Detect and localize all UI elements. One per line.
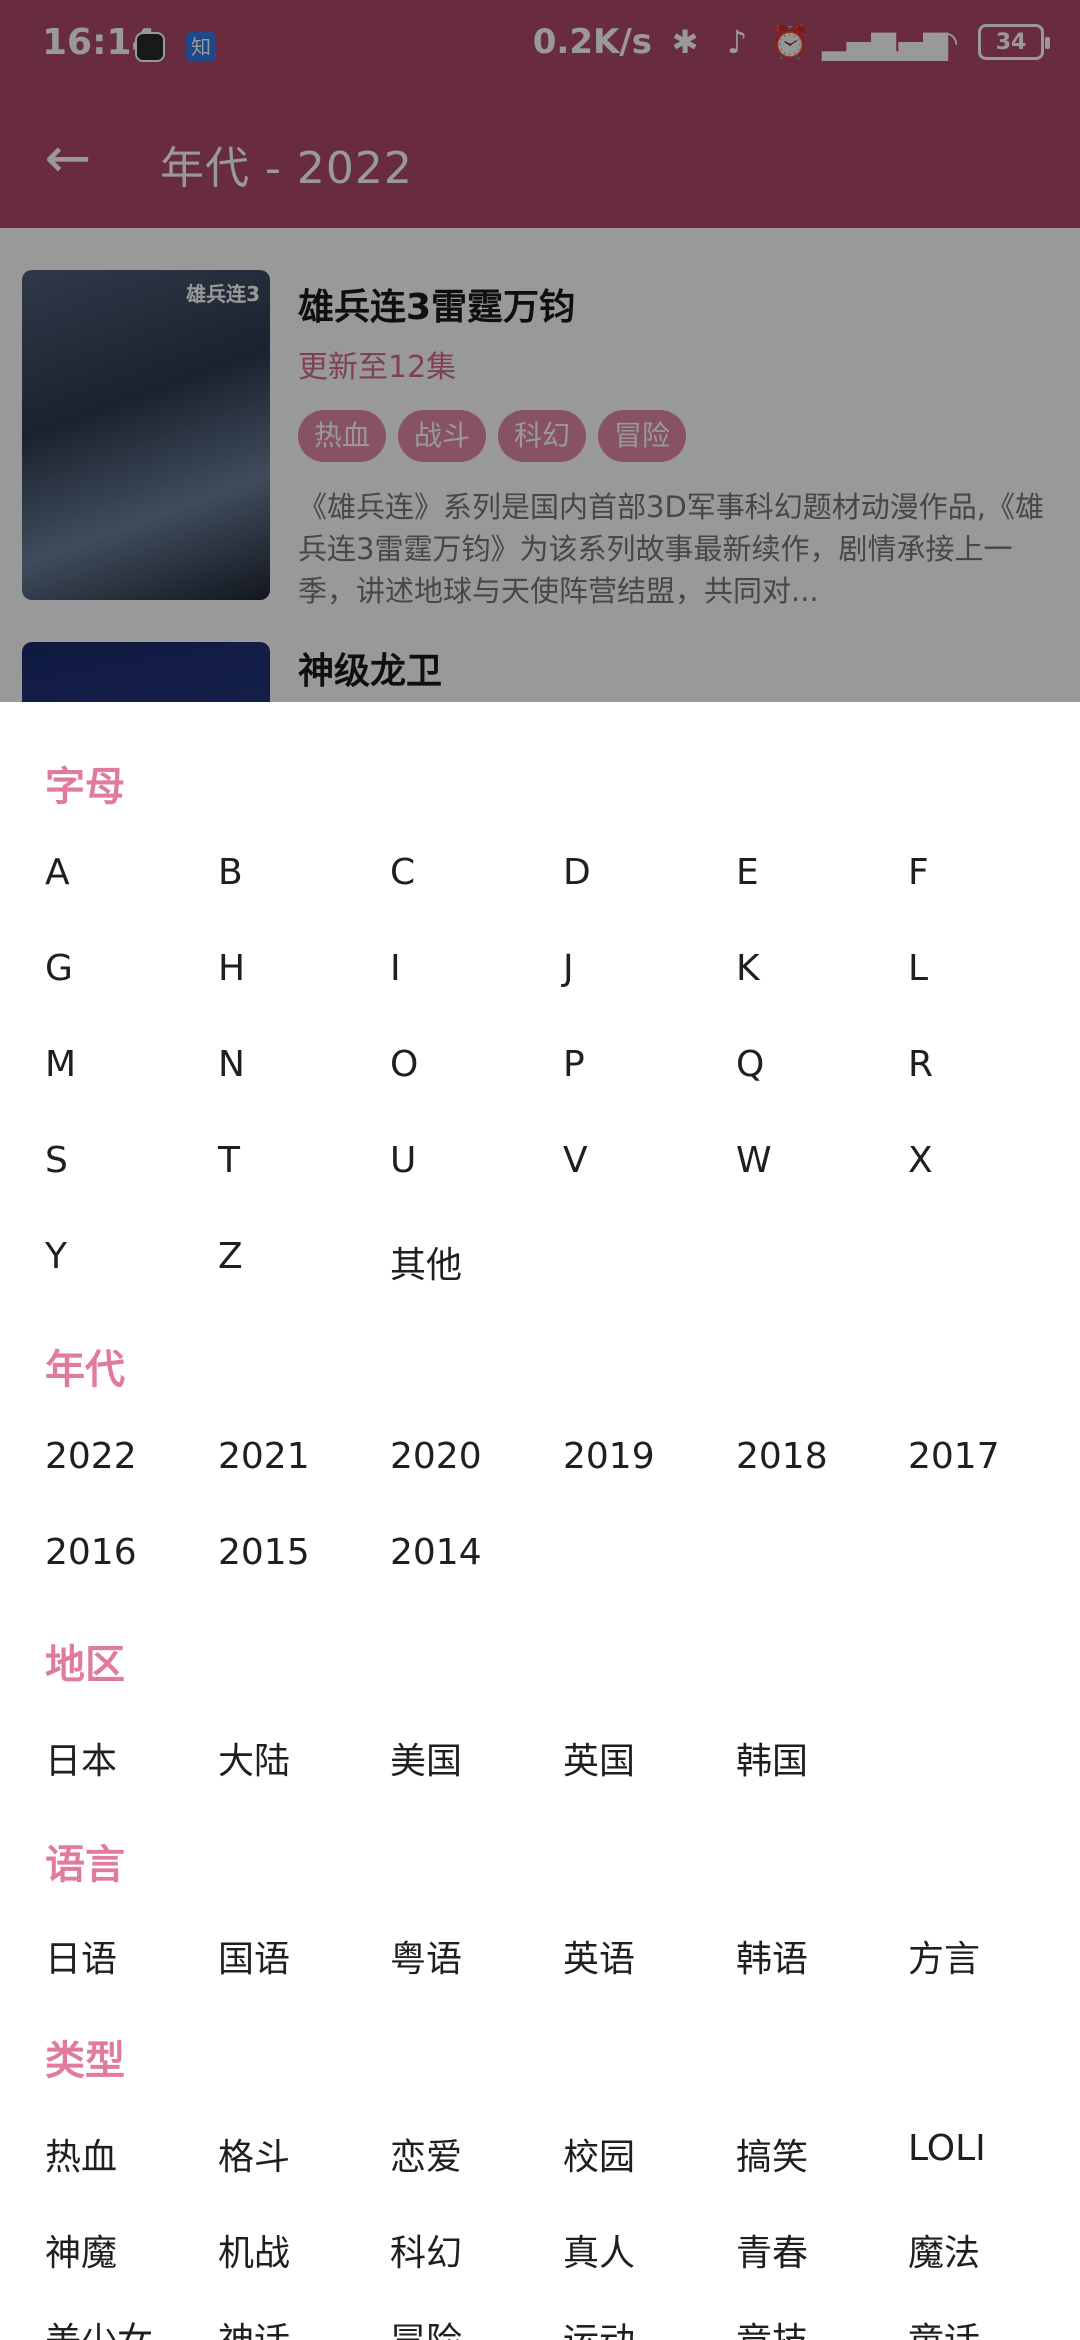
region-option[interactable]: 英国 bbox=[563, 1732, 635, 1784]
letter-option[interactable]: Q bbox=[736, 1044, 764, 1085]
dim-overlay[interactable] bbox=[0, 0, 1080, 702]
language-option[interactable]: 方言 bbox=[908, 1930, 980, 1982]
type-option[interactable]: 校园 bbox=[563, 2128, 635, 2180]
letter-option[interactable]: J bbox=[563, 948, 574, 989]
type-option[interactable]: 竞技 bbox=[736, 2312, 808, 2340]
language-option[interactable]: 日语 bbox=[45, 1930, 117, 1982]
letter-option[interactable]: T bbox=[218, 1140, 240, 1181]
letter-option[interactable]: N bbox=[218, 1044, 245, 1085]
letter-option[interactable]: Y bbox=[45, 1236, 67, 1277]
section-title-letters: 字母 bbox=[45, 764, 125, 810]
type-option[interactable]: LOLI bbox=[908, 2128, 986, 2169]
letter-option[interactable]: K bbox=[736, 948, 760, 989]
letter-option[interactable]: W bbox=[736, 1140, 772, 1181]
letter-option[interactable]: P bbox=[563, 1044, 585, 1085]
type-option[interactable]: 真人 bbox=[563, 2224, 635, 2276]
letter-option[interactable]: B bbox=[218, 852, 243, 893]
region-option[interactable]: 美国 bbox=[390, 1732, 462, 1784]
type-option[interactable]: 青春 bbox=[736, 2224, 808, 2276]
type-option[interactable]: 搞笑 bbox=[736, 2128, 808, 2180]
filter-sheet: 字母 A B C D E F G H I J K L M N O P Q R S… bbox=[0, 702, 1080, 2340]
type-option[interactable]: 格斗 bbox=[218, 2128, 290, 2180]
region-option[interactable]: 日本 bbox=[45, 1732, 117, 1784]
section-title-languages: 语言 bbox=[45, 1842, 125, 1888]
letter-option[interactable]: Z bbox=[218, 1236, 243, 1277]
section-title-years: 年代 bbox=[45, 1347, 125, 1393]
region-option[interactable]: 韩国 bbox=[736, 1732, 808, 1784]
letter-option[interactable]: D bbox=[563, 852, 591, 893]
language-option[interactable]: 韩语 bbox=[736, 1930, 808, 1982]
type-option[interactable]: 神魔 bbox=[45, 2224, 117, 2276]
letter-option[interactable]: M bbox=[45, 1044, 76, 1085]
year-option[interactable]: 2018 bbox=[736, 1436, 828, 1477]
year-option[interactable]: 2020 bbox=[390, 1436, 482, 1477]
year-option[interactable]: 2021 bbox=[218, 1436, 310, 1477]
type-option[interactable]: 神话 bbox=[218, 2312, 290, 2340]
type-option[interactable]: 运动 bbox=[563, 2312, 635, 2340]
region-option[interactable]: 大陆 bbox=[218, 1732, 290, 1784]
type-option[interactable]: 美少女 bbox=[45, 2312, 153, 2340]
type-option[interactable]: 魔法 bbox=[908, 2224, 980, 2276]
language-option[interactable]: 英语 bbox=[563, 1930, 635, 1982]
letter-option[interactable]: 其他 bbox=[390, 1236, 462, 1288]
letter-option[interactable]: F bbox=[908, 852, 929, 893]
type-option[interactable]: 科幻 bbox=[390, 2224, 462, 2276]
type-option[interactable]: 机战 bbox=[218, 2224, 290, 2276]
year-option[interactable]: 2019 bbox=[563, 1436, 655, 1477]
year-option[interactable]: 2014 bbox=[390, 1532, 482, 1573]
type-option[interactable]: 冒险 bbox=[390, 2312, 462, 2340]
letter-option[interactable]: O bbox=[390, 1044, 418, 1085]
language-option[interactable]: 粤语 bbox=[390, 1930, 462, 1982]
type-option[interactable]: 童话 bbox=[908, 2312, 980, 2340]
letter-option[interactable]: G bbox=[45, 948, 73, 989]
year-option[interactable]: 2015 bbox=[218, 1532, 310, 1573]
letter-option[interactable]: X bbox=[908, 1140, 933, 1181]
language-option[interactable]: 国语 bbox=[218, 1930, 290, 1982]
letter-option[interactable]: E bbox=[736, 852, 759, 893]
section-title-regions: 地区 bbox=[45, 1642, 125, 1688]
letter-option[interactable]: S bbox=[45, 1140, 68, 1181]
letter-option[interactable]: H bbox=[218, 948, 245, 989]
letter-option[interactable]: R bbox=[908, 1044, 933, 1085]
section-title-types: 类型 bbox=[45, 2038, 125, 2084]
type-option[interactable]: 恋爱 bbox=[390, 2128, 462, 2180]
type-option[interactable]: 热血 bbox=[45, 2128, 117, 2180]
year-option[interactable]: 2017 bbox=[908, 1436, 1000, 1477]
letter-option[interactable]: I bbox=[390, 948, 401, 989]
letter-option[interactable]: C bbox=[390, 852, 415, 893]
letter-option[interactable]: V bbox=[563, 1140, 588, 1181]
letter-option[interactable]: U bbox=[390, 1140, 416, 1181]
year-option[interactable]: 2016 bbox=[45, 1532, 137, 1573]
letter-option[interactable]: A bbox=[45, 852, 70, 893]
letter-option[interactable]: L bbox=[908, 948, 928, 989]
year-option[interactable]: 2022 bbox=[45, 1436, 137, 1477]
